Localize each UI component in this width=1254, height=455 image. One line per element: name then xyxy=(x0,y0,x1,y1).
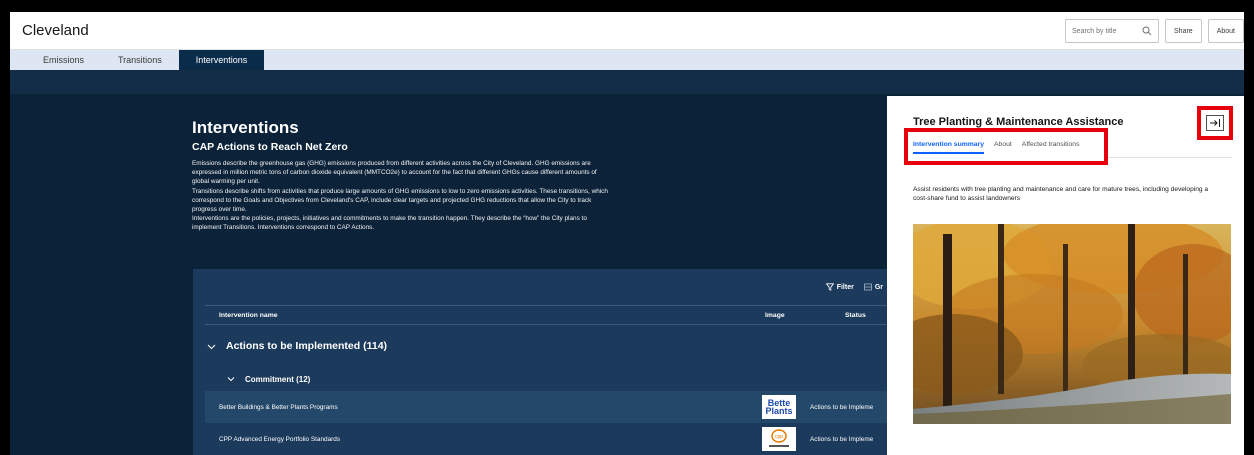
collapse-panel-button[interactable] xyxy=(1206,115,1224,131)
table-row[interactable]: CPP Advanced Energy Portfolio Standards … xyxy=(205,423,887,455)
tab-affected-transitions[interactable]: Affected transitions xyxy=(1022,141,1080,154)
intervention-summary: Assist residents with tree planting and … xyxy=(913,186,1209,202)
search-input[interactable]: Search by title xyxy=(1065,19,1160,43)
page-title: Interventions xyxy=(192,118,299,137)
row-status: Actions to be Impleme xyxy=(810,435,874,443)
description-line: Emissions describe the greenhouse gas (G… xyxy=(192,160,591,167)
collapse-highlight xyxy=(1197,106,1233,140)
header-actions: Search by title Share About xyxy=(1065,19,1244,43)
screen-frame-right xyxy=(1244,0,1254,455)
column-header-name[interactable]: Intervention name xyxy=(219,312,278,319)
cpp-logo: cpp xyxy=(769,429,789,447)
table-toolbar: Filter Gr xyxy=(193,269,887,305)
screen-frame-left xyxy=(0,0,10,455)
filter-icon xyxy=(825,283,834,291)
search-icon xyxy=(1142,26,1152,36)
screen-frame-top xyxy=(0,0,1254,12)
filter-button[interactable]: Filter xyxy=(825,283,854,291)
group-icon xyxy=(863,283,872,291)
share-button[interactable]: Share xyxy=(1165,19,1202,43)
row-name: CPP Advanced Energy Portfolio Standards xyxy=(219,435,341,443)
description-line: progress over time. xyxy=(192,206,247,214)
about-button[interactable]: About xyxy=(1207,19,1244,43)
description-line: Interventions are the policies, projects… xyxy=(192,215,587,223)
description-line: expressed in million metric tons of carb… xyxy=(192,169,597,177)
tab-emissions[interactable]: Emissions xyxy=(26,50,101,70)
main-tabs: Emissions Transitions Interventions xyxy=(10,50,1244,70)
description-line: implement Transitions. Interventions cor… xyxy=(192,224,375,232)
description-line: Transitions describe shifts from activit… xyxy=(192,187,608,195)
chevron-down-icon xyxy=(227,377,235,382)
group-label: Actions to be Implemented (114) xyxy=(226,340,388,352)
intervention-photo xyxy=(913,224,1231,424)
column-header-image[interactable]: Image xyxy=(765,312,785,319)
arrow-right-to-line-icon xyxy=(1210,119,1220,127)
tab-about[interactable]: About xyxy=(994,141,1012,154)
forest-road-image xyxy=(913,224,1231,424)
intro-section: Interventions CAP Actions to Reach Net Z… xyxy=(192,118,712,233)
subgroup-toggle[interactable]: Commitment (12) xyxy=(227,367,887,391)
intervention-detail-panel: Tree Planting & Maintenance Assistance I… xyxy=(887,96,1244,455)
tab-interventions[interactable]: Interventions xyxy=(178,50,265,70)
description-line: global warming per unit. xyxy=(192,178,260,186)
row-image: Bette Plants xyxy=(762,395,796,419)
row-status: Actions to be Impleme xyxy=(810,403,874,411)
panel-title: Tree Planting & Maintenance Assistance xyxy=(913,116,1124,128)
page-subtitle: CAP Actions to Reach Net Zero xyxy=(192,141,348,153)
tab-divider xyxy=(1108,157,1232,158)
better-plants-logo: Bette Plants xyxy=(765,398,793,416)
table-header: Intervention name Image Status xyxy=(205,305,887,325)
tab-transitions[interactable]: Transitions xyxy=(101,50,179,70)
column-header-status[interactable]: Status xyxy=(845,312,866,319)
table-row[interactable]: Better Buildings & Better Plants Program… xyxy=(205,391,887,423)
app-header: Cleveland Search by title Share About xyxy=(10,12,1244,50)
description-line: correspond to the Goals and Objectives f… xyxy=(192,196,592,204)
interventions-table: Filter Gr Intervention name Image Status… xyxy=(193,269,887,455)
app-title: Cleveland xyxy=(22,22,89,39)
group-button[interactable]: Gr xyxy=(863,283,883,291)
chevron-down-icon xyxy=(207,344,216,349)
tab-intervention-summary[interactable]: Intervention summary xyxy=(913,141,985,154)
group-toggle[interactable]: Actions to be Implemented (114) xyxy=(207,325,887,367)
header-band xyxy=(10,70,1244,94)
svg-text:cpp: cpp xyxy=(775,434,783,440)
filter-label: Filter xyxy=(836,283,854,291)
search-placeholder: Search by title xyxy=(1072,27,1117,35)
row-name: Better Buildings & Better Plants Program… xyxy=(219,403,338,411)
panel-tabs: Intervention summary About Affected tran… xyxy=(913,141,1079,154)
subgroup-label: Commitment (12) xyxy=(245,374,311,384)
row-image: cpp xyxy=(762,427,796,451)
group-label: Gr xyxy=(874,283,883,291)
page-description: Emissions describe the greenhouse gas (G… xyxy=(192,159,712,233)
